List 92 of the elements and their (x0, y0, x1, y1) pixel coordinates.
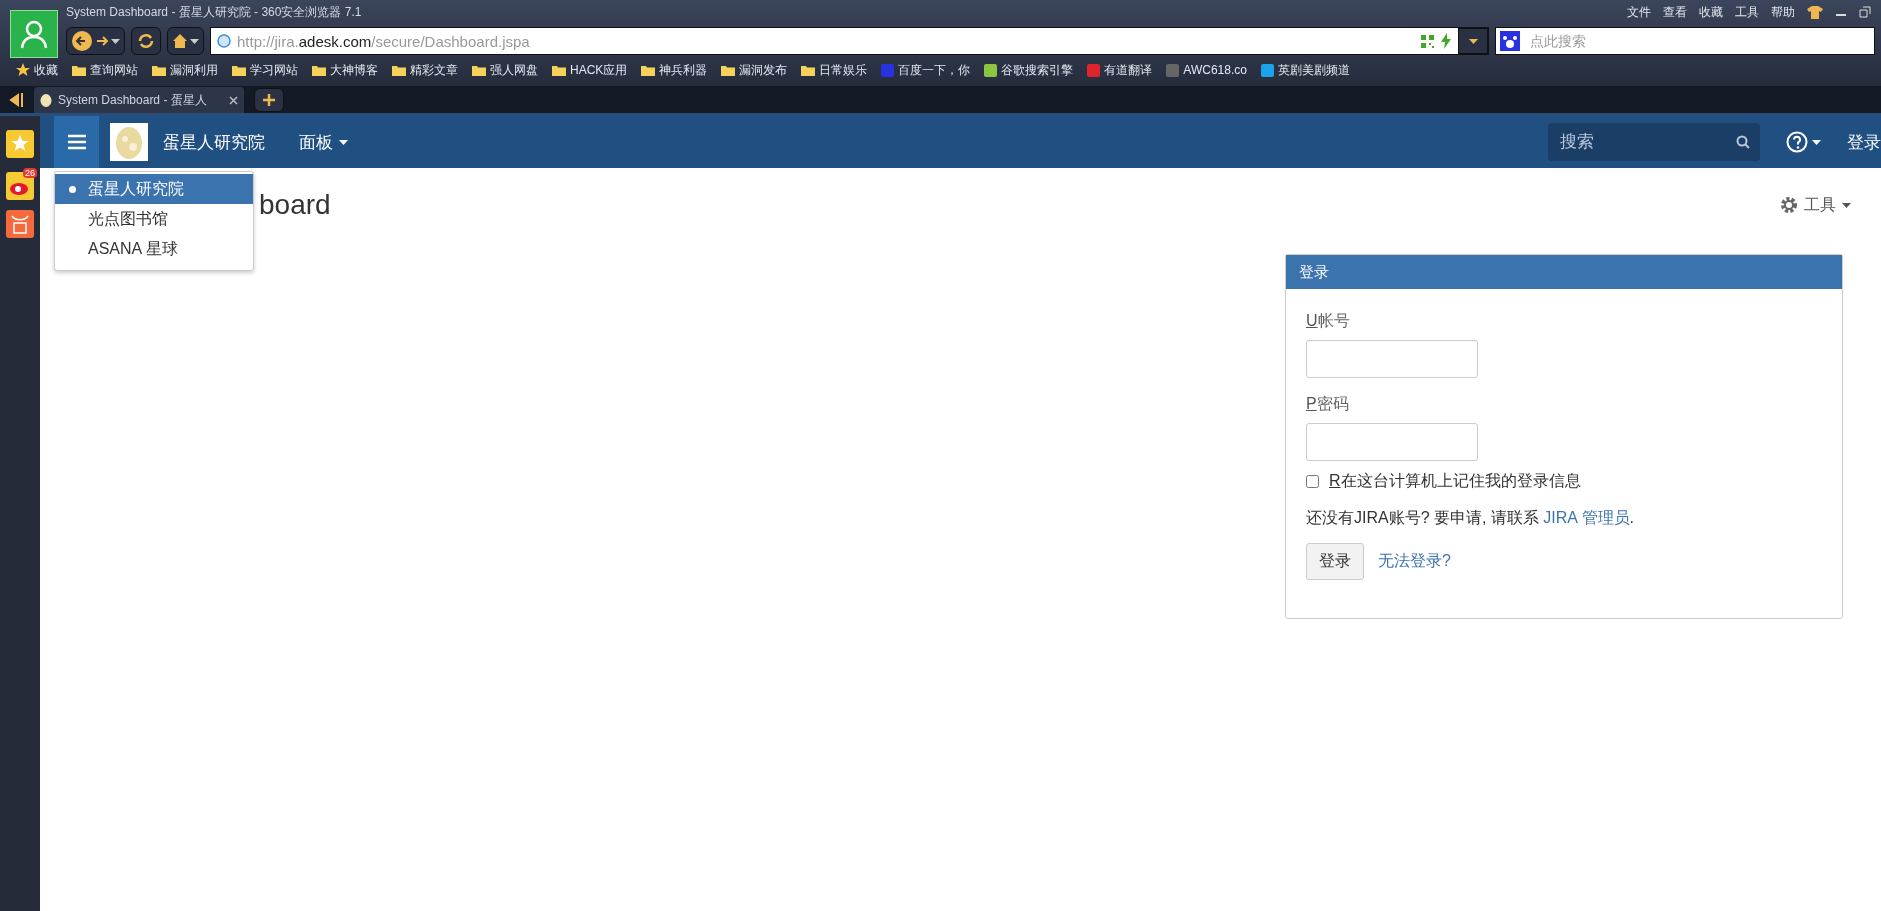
bookmark[interactable]: 大神博客 (312, 61, 378, 79)
login-link[interactable]: 登录 (1847, 130, 1881, 154)
field-label: U帐号 (1306, 311, 1351, 331)
egg-icon (40, 93, 52, 107)
bookmark[interactable]: 收藏 (16, 61, 58, 79)
logo-tile[interactable] (110, 123, 148, 161)
egg-logo (115, 125, 143, 159)
paw-icon (1500, 31, 1520, 51)
page-title: board (259, 189, 331, 221)
back-forward-button[interactable] (66, 27, 125, 55)
dashboards-menu[interactable]: 面板 (293, 129, 354, 155)
bookmark[interactable]: 漏洞发布 (721, 61, 788, 79)
weibo-icon[interactable] (6, 172, 34, 200)
search-bar[interactable]: 搜索 (1548, 123, 1760, 161)
bookmark[interactable]: HACK应用 (552, 61, 628, 79)
plus-icon (262, 93, 276, 107)
folder-icon (552, 64, 566, 76)
qr-code-icon[interactable] (1421, 34, 1434, 48)
star-icon (16, 63, 30, 77)
bookmark[interactable]: 日常娱乐 (801, 61, 868, 79)
bookmark[interactable]: 漏洞利用 (152, 61, 218, 79)
forward-arrow-icon (95, 34, 109, 48)
menu-item[interactable]: 工具 (1735, 3, 1759, 21)
menu-item[interactable]: ASANA 星球 (55, 234, 253, 264)
menu-item[interactable]: 收藏 (1699, 3, 1723, 21)
folder-icon (472, 64, 486, 76)
signup-text: 还没有JIRA账号? 要申请, 请联系 JIRA 管理员. (1306, 508, 1636, 528)
sidebar-toggle-icon[interactable] (8, 92, 24, 107)
folder-icon (721, 64, 736, 76)
tools-menu[interactable]: 工具 (1774, 193, 1857, 217)
folder-icon (232, 64, 246, 76)
menu-item[interactable]: 蛋星人研究院 (55, 174, 253, 204)
dropdown-button[interactable] (1458, 28, 1488, 54)
bookmark[interactable]: 强人网盘 (472, 61, 538, 79)
caret-icon (190, 38, 199, 44)
help-icon (1786, 131, 1808, 153)
bookmark[interactable]: 英剧美剧频道 (1260, 61, 1350, 79)
user-avatar[interactable] (10, 10, 58, 58)
gear-icon (1780, 196, 1798, 214)
bookmark[interactable]: 百度一下，你 (881, 61, 971, 79)
login-button[interactable]: 登录 (1306, 543, 1364, 580)
search-icon (1736, 135, 1750, 149)
folder-icon (392, 64, 406, 76)
field-label: P密码 (1306, 394, 1350, 414)
remember-checkbox[interactable] (1306, 475, 1319, 488)
bookmark[interactable]: 学习网站 (232, 61, 298, 79)
new-tab-button[interactable] (254, 88, 284, 112)
caret-icon (1842, 202, 1851, 208)
close-icon[interactable] (229, 95, 238, 105)
window-title: System Dashboard - 蛋星人研究院 - 360安全浏览器 7.1 (66, 3, 362, 21)
home-button[interactable] (167, 27, 204, 55)
folder-icon (641, 64, 656, 76)
menu-item[interactable]: 帮助 (1771, 3, 1795, 21)
help-link[interactable]: 无法登录? (1378, 551, 1451, 572)
caret-icon (1468, 38, 1478, 44)
caret-icon (1812, 139, 1821, 145)
site-title[interactable]: 蛋星人研究院 (163, 130, 265, 154)
lightning-icon[interactable] (1440, 33, 1452, 49)
folder-icon (152, 64, 166, 76)
checkbox-label: R在这台计算机上记住我的登录信息 (1329, 471, 1581, 491)
bookmark[interactable]: 精彩文章 (392, 61, 458, 79)
refresh-icon (137, 32, 155, 50)
shirt-icon[interactable] (1807, 5, 1823, 19)
menu-item[interactable]: 光点图书馆 (55, 204, 253, 234)
search-bar[interactable]: 点此搜索 (1495, 27, 1875, 55)
address-field[interactable]: http://jira.adesk.com/secure/Dashboard.jspa (210, 27, 1489, 55)
browser-tab[interactable]: System Dashboard - 蛋星人 (34, 87, 244, 113)
caret-icon (339, 139, 348, 145)
bookmark[interactable]: 神兵利器 (641, 61, 708, 79)
search-field[interactable]: 搜索 (1558, 131, 1736, 153)
menu-item[interactable]: 文件 (1627, 3, 1651, 21)
username-field[interactable] (1306, 340, 1478, 378)
menu-icon (66, 134, 87, 150)
menu-button[interactable] (54, 116, 99, 168)
shopping-bag-icon[interactable] (6, 210, 34, 238)
bookmark[interactable]: 有道翻译 (1087, 61, 1153, 79)
bookmark[interactable]: 谷歌搜索引擎 (984, 61, 1074, 79)
globe-icon (217, 34, 231, 48)
folder-icon (312, 64, 326, 76)
panel-title: 登录 (1286, 255, 1842, 289)
bookmark[interactable]: AWC618.co (1166, 63, 1247, 77)
notification-badge: 26 (23, 168, 37, 178)
folder-icon (801, 64, 816, 76)
caret-icon (111, 38, 120, 44)
bookmark[interactable]: 查询网站 (72, 61, 138, 79)
home-icon (172, 33, 188, 49)
admin-link[interactable]: JIRA 管理员 (1543, 509, 1630, 526)
refresh-button[interactable] (131, 27, 161, 55)
restore-icon[interactable] (1859, 6, 1871, 18)
password-field[interactable] (1306, 423, 1478, 461)
folder-icon (72, 64, 86, 76)
menu-item[interactable]: 查看 (1663, 3, 1687, 21)
